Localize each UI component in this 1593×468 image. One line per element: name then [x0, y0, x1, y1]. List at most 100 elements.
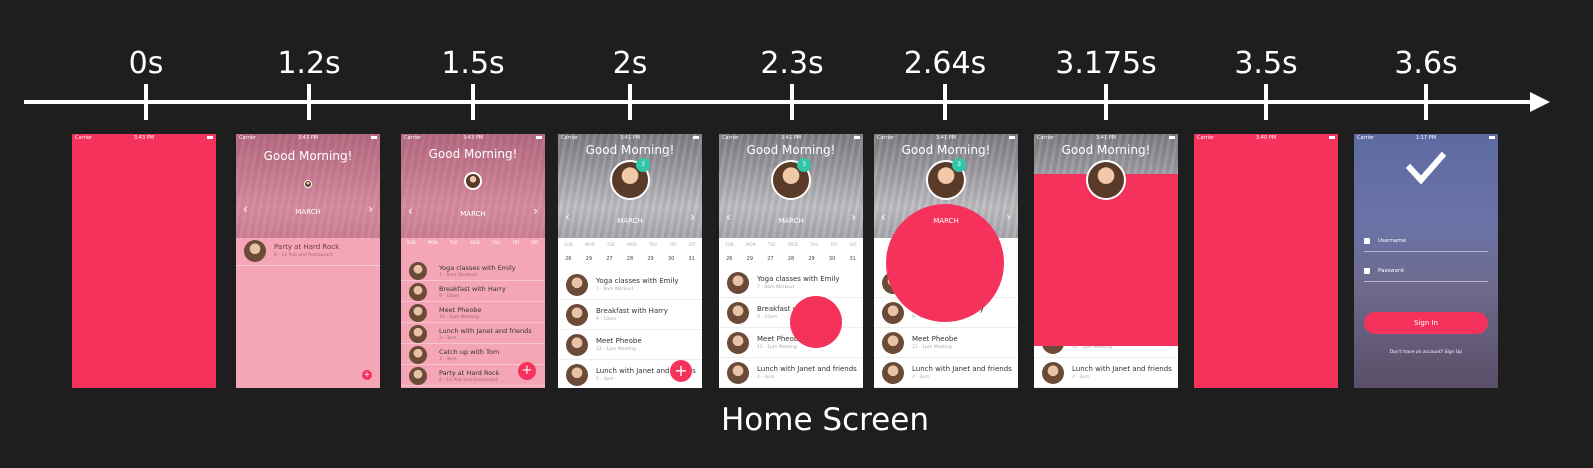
date-label[interactable]: 27: [606, 256, 612, 262]
next-month-icon[interactable]: ›: [533, 204, 538, 218]
event-title: Meet Pheobe: [596, 337, 642, 345]
avatar: [409, 325, 427, 343]
avatar: [1086, 160, 1126, 200]
next-month-icon[interactable]: ›: [851, 210, 856, 224]
event-title: Party at Hard Rock: [274, 243, 340, 251]
battery-icon: [1329, 136, 1335, 139]
event-subtitle: 9 - 10am: [596, 317, 617, 322]
list-item[interactable]: Meet Pheobe 12 - 1pm Meeting: [558, 330, 702, 360]
username-field[interactable]: Username: [1364, 234, 1488, 252]
list-item[interactable]: Yoga classes with Emily 7 - 8am Workout: [558, 270, 702, 300]
status-time: 3:43 PM: [133, 135, 155, 141]
next-month-icon[interactable]: ›: [690, 210, 695, 224]
add-event-button[interactable]: +: [670, 360, 692, 382]
month-label: MARCH: [933, 217, 959, 225]
list-item[interactable]: Lunch with Janet and friends 2 - 3pm: [401, 323, 545, 344]
tick-label: 1.5s: [441, 46, 505, 81]
weekday-label: MON: [745, 242, 756, 247]
event-title: Catch up with Tom: [439, 348, 500, 356]
list-item[interactable]: Lunch with Janet and friends 2 - 3pm: [1034, 358, 1178, 388]
weekday-label: SUN: [725, 242, 734, 247]
notification-badge[interactable]: 3: [797, 158, 811, 172]
event-title: Breakfast with Harry: [596, 307, 668, 315]
tick-label: 2.3s: [760, 46, 824, 81]
status-time: 3:43 PM: [462, 135, 484, 141]
status-time: 3:43 PM: [297, 135, 319, 141]
sign-up-link[interactable]: Don't have an account? Sign Up: [1354, 350, 1498, 355]
frame-2-3s: Carrier 3:41 PM Good Morning! 3 MARCH ‹ …: [719, 134, 863, 388]
list-item[interactable]: Meet Pheobe 10 - 1pm Meeting: [401, 302, 545, 323]
battery-icon: [693, 136, 699, 139]
next-month-icon[interactable]: ›: [368, 202, 373, 216]
add-event-button[interactable]: +: [518, 362, 536, 380]
weekday-label: SUN: [564, 242, 573, 247]
date-label[interactable]: 28: [627, 256, 633, 262]
list-item[interactable]: Breakfast with Harry 9 - 10am: [401, 281, 545, 302]
date-label[interactable]: 31: [849, 256, 855, 262]
date-label[interactable]: 30: [668, 256, 674, 262]
next-month-icon[interactable]: ›: [1006, 210, 1011, 224]
list-item[interactable]: Lunch with Janet and friends 2 - 3pm: [719, 358, 863, 388]
event-subtitle: 2 - 3pm: [439, 336, 457, 341]
date-label[interactable]: 26: [565, 256, 571, 262]
status-bar: Carrier 3:41 PM: [719, 134, 863, 142]
timeline-tick: [471, 84, 475, 120]
prev-month-icon[interactable]: ‹: [881, 210, 886, 224]
list-item[interactable]: Breakfast with Harry 9 - 10am: [558, 300, 702, 330]
list-item[interactable]: Party at Hard Rock 8 - 12 Pub and Restau…: [236, 236, 380, 266]
month-label: MARCH: [295, 208, 321, 216]
event-title: Lunch with Janet and friends: [439, 327, 532, 335]
date-label[interactable]: 30: [829, 256, 835, 262]
notification-badge[interactable]: 3: [952, 158, 966, 172]
status-time: 1:17 PM: [1415, 135, 1437, 141]
greeting-title: Good Morning!: [585, 143, 675, 157]
status-bar: Carrier 3:43 PM: [72, 134, 216, 142]
event-subtitle: 12 - 1pm Meeting: [596, 347, 636, 352]
timeline-tick: [307, 84, 311, 120]
prev-month-icon[interactable]: ‹: [565, 210, 570, 224]
date-label[interactable]: 27: [767, 256, 773, 262]
date-label[interactable]: 31: [688, 256, 694, 262]
battery-icon: [854, 136, 860, 139]
event-title: Meet Pheobe: [439, 306, 482, 314]
weekday-label: WED: [470, 240, 480, 245]
avatar: [727, 302, 749, 324]
date-label[interactable]: 26: [726, 256, 732, 262]
date-label[interactable]: 29: [647, 256, 653, 262]
battery-icon: [1169, 136, 1175, 139]
date-label[interactable]: 29: [586, 256, 592, 262]
timeline-tick: [790, 84, 794, 120]
event-subtitle: 9 - 10am: [757, 315, 778, 320]
weekday-label: THU: [492, 240, 501, 245]
list-item[interactable]: Yoga classes with Emily 7 - 8am Workout: [401, 260, 545, 281]
timeline-tick: [144, 84, 148, 120]
prev-month-icon[interactable]: ‹: [408, 204, 413, 218]
list-item[interactable]: Meet Pheobe 12 - 1pm Meeting: [874, 328, 1018, 358]
notification-badge[interactable]: 3: [636, 158, 650, 172]
date-label[interactable]: 29: [747, 256, 753, 262]
event-title: Party at Hard Rock: [439, 369, 500, 377]
checkmark-icon: [1405, 151, 1447, 185]
list-item[interactable]: Lunch with Janet and friends 2 - 3pm: [874, 358, 1018, 388]
list-item[interactable]: Yoga classes with Emily 7 - 8am Workout: [719, 268, 863, 298]
timeline-axis: [24, 100, 1538, 104]
event-list: Party at Hard Rock 8 - 12 Pub and Restau…: [236, 236, 380, 266]
status-time: 3:41 PM: [1095, 135, 1117, 141]
prev-month-icon[interactable]: ‹: [243, 202, 248, 216]
list-item[interactable]: Meet Pheobe 12 - 1pm Meeting: [719, 328, 863, 358]
date-label[interactable]: 28: [788, 256, 794, 262]
sign-in-button[interactable]: Sign In: [1364, 312, 1488, 334]
password-field[interactable]: Password: [1364, 264, 1488, 282]
avatar: [409, 367, 427, 385]
event-subtitle: 7 - 8am Workout: [439, 273, 477, 278]
prev-month-icon[interactable]: ‹: [726, 210, 731, 224]
add-event-button[interactable]: +: [362, 370, 372, 380]
status-bar: Carrier 1:17 PM: [1354, 134, 1498, 142]
date-label[interactable]: 29: [808, 256, 814, 262]
avatar: [304, 180, 312, 188]
tick-label: 2.64s: [903, 46, 987, 81]
status-bar: Carrier 3:41 PM: [874, 134, 1018, 142]
frame-2-64s: Carrier 3:41 PM Good Morning! 3 MARCH ‹ …: [874, 134, 1018, 388]
event-title: Meet Pheobe: [912, 335, 958, 343]
greeting-title: Good Morning!: [263, 149, 353, 163]
